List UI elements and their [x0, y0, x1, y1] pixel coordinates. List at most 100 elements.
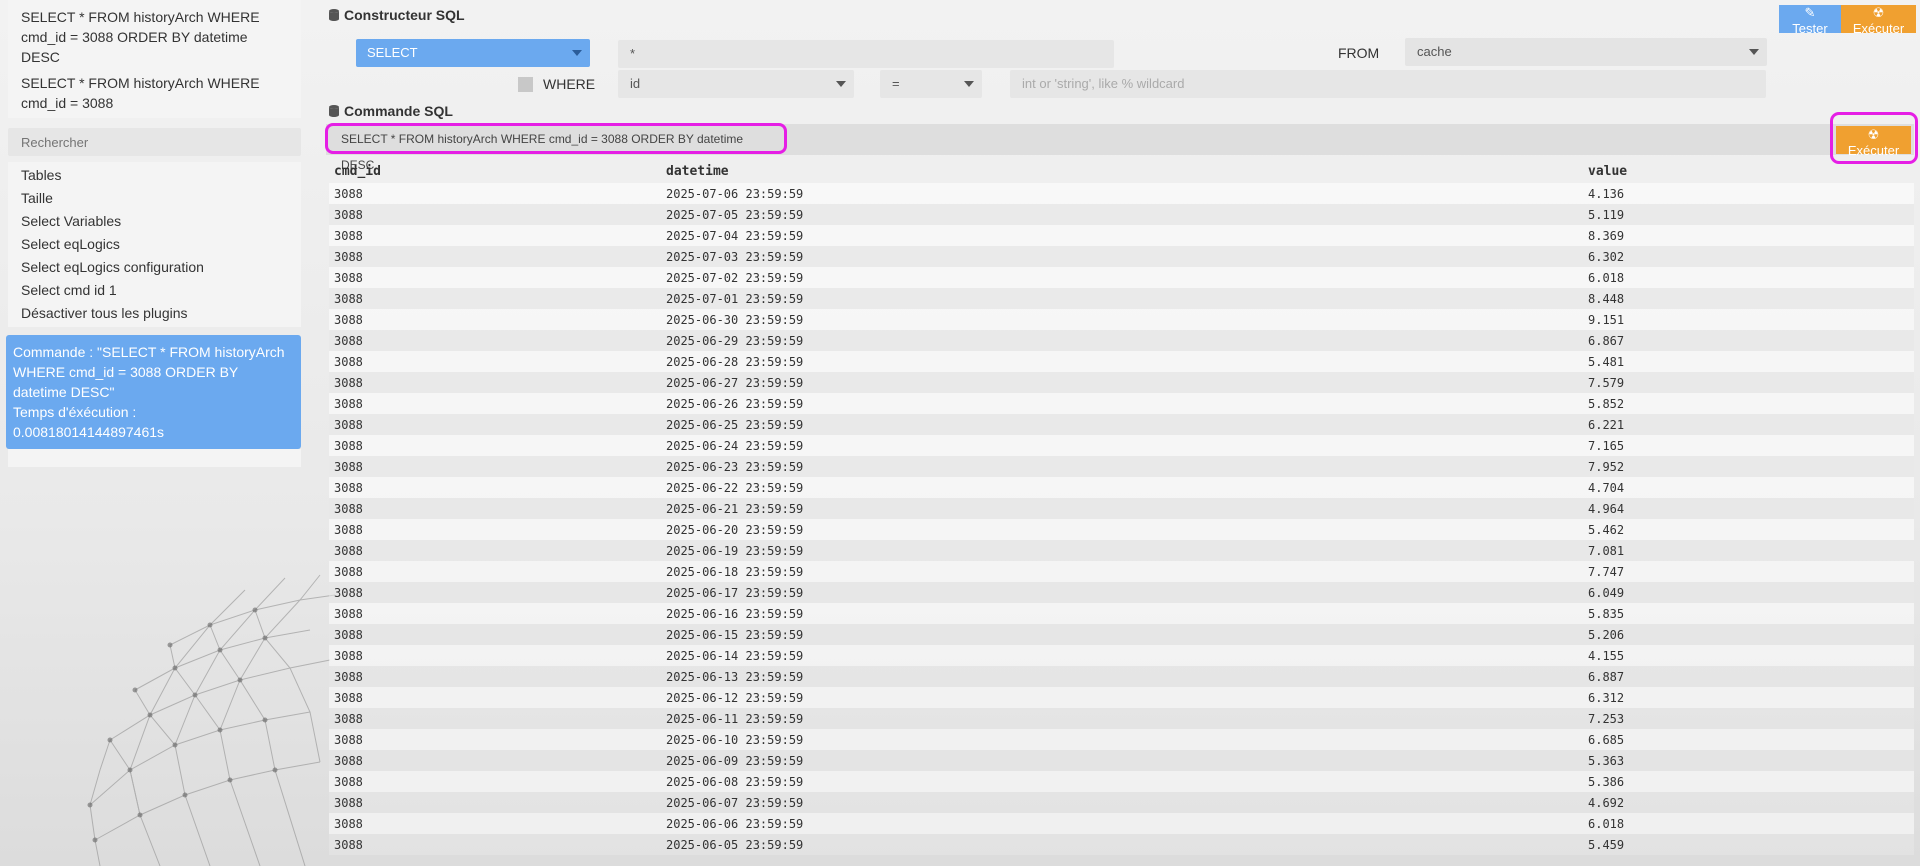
cell-cmd-id: 3088 [329, 708, 661, 729]
cell-cmd-id: 3088 [329, 540, 661, 561]
cell-datetime: 2025-06-13 23:59:59 [661, 666, 1583, 687]
table-row: 3088 2025-06-11 23:59:59 7.253 [329, 708, 1914, 729]
cell-datetime: 2025-06-25 23:59:59 [661, 414, 1583, 435]
where-label: WHERE [543, 76, 596, 92]
cell-datetime: 2025-06-19 23:59:59 [661, 540, 1583, 561]
cell-value: 6.018 [1583, 813, 1914, 834]
menu-item-taille[interactable]: Taille [8, 187, 301, 210]
menu-item-select-variables[interactable]: Select Variables [8, 210, 301, 233]
where-checkbox[interactable] [518, 77, 533, 92]
cell-value: 5.363 [1583, 750, 1914, 771]
history-item[interactable]: SELECT * FROM historyArch WHERE cmd_id =… [8, 4, 301, 70]
cell-datetime: 2025-06-17 23:59:59 [661, 582, 1583, 603]
sql-command-title-text: Commande SQL [344, 103, 453, 119]
table-row: 3088 2025-06-12 23:59:59 6.312 [329, 687, 1914, 708]
column-header-value[interactable]: value [1583, 160, 1914, 183]
builder-execute-button[interactable]: ☢ Exécuter [1841, 5, 1916, 36]
cell-value: 5.852 [1583, 393, 1914, 414]
table-row: 3088 2025-06-06 23:59:59 6.018 [329, 813, 1914, 834]
cell-cmd-id: 3088 [329, 351, 661, 372]
cell-value: 7.579 [1583, 372, 1914, 393]
fields-value: * [630, 46, 636, 61]
table-row: 3088 2025-06-21 23:59:59 4.964 [329, 498, 1914, 519]
column-header-cmd-id[interactable]: cmd_id [329, 160, 661, 183]
results-table-container: cmd_id datetime value 3088 2025-07-06 23:… [329, 160, 1914, 855]
radiation-icon: ☢ [1872, 5, 1885, 20]
cell-value: 8.369 [1583, 225, 1914, 246]
from-label: FROM [1338, 45, 1380, 61]
chevron-down-icon [964, 81, 974, 87]
from-table-select[interactable]: cache [1405, 38, 1767, 66]
sql-command-title: Commande SQL [329, 103, 453, 119]
cell-datetime: 2025-06-12 23:59:59 [661, 687, 1583, 708]
cell-cmd-id: 3088 [329, 834, 661, 855]
menu-item-select-eqlogics-configuration[interactable]: Select eqLogics configuration [8, 256, 301, 279]
database-icon [329, 9, 339, 21]
where-operator-value: = [892, 76, 900, 91]
cell-cmd-id: 3088 [329, 267, 661, 288]
cell-datetime: 2025-06-07 23:59:59 [661, 792, 1583, 813]
cell-cmd-id: 3088 [329, 519, 661, 540]
column-header-datetime[interactable]: datetime [661, 160, 1583, 183]
cell-value: 6.018 [1583, 267, 1914, 288]
cell-value: 5.119 [1583, 204, 1914, 225]
menu-item-select-cmd-id-1[interactable]: Select cmd id 1 [8, 279, 301, 302]
cell-cmd-id: 3088 [329, 330, 661, 351]
cell-datetime: 2025-06-20 23:59:59 [661, 519, 1583, 540]
test-button[interactable]: ✎ Tester [1779, 5, 1841, 36]
table-row: 3088 2025-06-25 23:59:59 6.221 [329, 414, 1914, 435]
menu-item-disable-plugins[interactable]: Désactiver tous les plugins [8, 302, 301, 325]
executed-command-text: Commande : "SELECT * FROM historyArch WH… [13, 344, 285, 400]
history-item[interactable]: SELECT * FROM historyArch WHERE cmd_id =… [8, 70, 301, 116]
cell-cmd-id: 3088 [329, 414, 661, 435]
cell-value: 6.302 [1583, 246, 1914, 267]
table-header-row: cmd_id datetime value [329, 160, 1914, 183]
cell-cmd-id: 3088 [329, 792, 661, 813]
results-table-body: 3088 2025-07-06 23:59:59 4.136 3088 2025-07-… [329, 183, 1914, 855]
builder-execute-label: Exécuter [1852, 21, 1905, 36]
cell-datetime: 2025-07-01 23:59:59 [661, 288, 1583, 309]
test-button-label: Tester [1792, 21, 1828, 36]
table-row: 3088 2025-06-18 23:59:59 7.747 [329, 561, 1914, 582]
search-input[interactable] [8, 128, 301, 156]
shortcut-menu: Tables Taille Select Variables Select eq… [8, 162, 301, 327]
menu-item-tables[interactable]: Tables [8, 164, 301, 187]
sql-command-input[interactable]: SELECT * FROM historyArch WHERE cmd_id =… [325, 123, 787, 172]
table-row: 3088 2025-06-08 23:59:59 5.386 [329, 771, 1914, 792]
table-row: 3088 2025-06-28 23:59:59 5.481 [329, 351, 1914, 372]
cell-value: 6.887 [1583, 666, 1914, 687]
query-type-select[interactable]: SELECT [356, 39, 590, 67]
table-row: 3088 2025-06-30 23:59:59 9.151 [329, 309, 1914, 330]
table-row: 3088 2025-06-07 23:59:59 4.692 [329, 792, 1914, 813]
cell-value: 6.867 [1583, 330, 1914, 351]
execute-button[interactable]: ☢ Exécuter [1836, 126, 1911, 158]
cell-value: 8.448 [1583, 288, 1914, 309]
table-row: 3088 2025-07-04 23:59:59 8.369 [329, 225, 1914, 246]
results-table: cmd_id datetime value 3088 2025-07-06 23:… [329, 160, 1914, 855]
cell-datetime: 2025-06-27 23:59:59 [661, 372, 1583, 393]
cell-cmd-id: 3088 [329, 288, 661, 309]
pencil-icon: ✎ [1804, 5, 1816, 20]
cell-datetime: 2025-06-28 23:59:59 [661, 351, 1583, 372]
cell-value: 5.459 [1583, 834, 1914, 855]
radiation-icon: ☢ [1867, 127, 1880, 142]
database-icon [329, 105, 339, 117]
query-type-value: SELECT [367, 45, 418, 60]
table-row: 3088 2025-06-10 23:59:59 6.685 [329, 729, 1914, 750]
where-column-select[interactable]: id [618, 70, 854, 98]
cell-value: 5.481 [1583, 351, 1914, 372]
cell-cmd-id: 3088 [329, 393, 661, 414]
where-value-input[interactable]: int or 'string', like % wildcard [1010, 70, 1766, 98]
table-row: 3088 2025-06-05 23:59:59 5.459 [329, 834, 1914, 855]
cell-value: 6.312 [1583, 687, 1914, 708]
cell-cmd-id: 3088 [329, 645, 661, 666]
cell-datetime: 2025-06-21 23:59:59 [661, 498, 1583, 519]
cell-datetime: 2025-06-08 23:59:59 [661, 771, 1583, 792]
cell-cmd-id: 3088 [329, 624, 661, 645]
menu-item-select-eqlogics[interactable]: Select eqLogics [8, 233, 301, 256]
fields-input[interactable]: * [618, 40, 1114, 68]
where-operator-select[interactable]: = [880, 70, 982, 98]
cell-cmd-id: 3088 [329, 183, 661, 204]
table-row: 3088 2025-07-05 23:59:59 5.119 [329, 204, 1914, 225]
cell-value: 7.165 [1583, 435, 1914, 456]
